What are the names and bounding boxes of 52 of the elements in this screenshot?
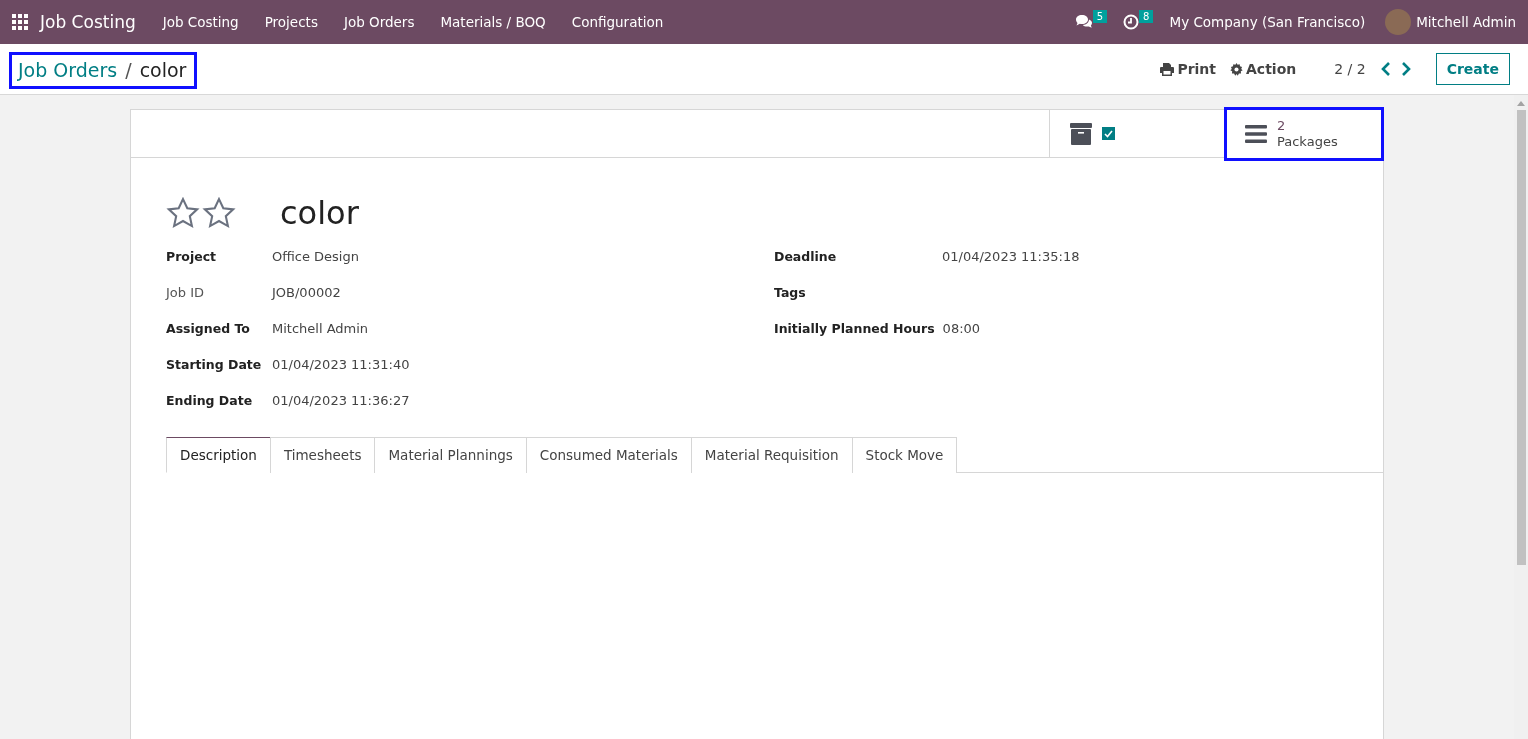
menu-item[interactable]: Job Orders — [343, 14, 415, 30]
field-value: Office Design — [272, 248, 359, 264]
notebook-tab[interactable]: Description — [166, 437, 271, 473]
field-label: Starting Date — [166, 356, 263, 372]
action-button[interactable]: Action — [1230, 61, 1297, 77]
field-value: 08:00 — [942, 320, 981, 336]
field-label: Assigned To — [166, 320, 251, 336]
list-icon — [1245, 125, 1267, 143]
notebook-tab[interactable]: Timesheets — [269, 437, 376, 473]
notebook-tab[interactable]: Consumed Materials — [525, 437, 692, 473]
field-label: Initially Planned Hours — [774, 320, 935, 336]
priority-star-icon[interactable] — [166, 197, 200, 229]
user-menu[interactable]: Mitchell Admin — [1416, 14, 1516, 30]
company-switcher[interactable]: My Company (San Francisco) — [1169, 14, 1366, 30]
field-value: JOB/00002 — [272, 284, 341, 300]
print-button[interactable]: Print — [1160, 61, 1217, 77]
menu-item[interactable]: Job Costing — [162, 14, 239, 30]
printer-icon — [1160, 62, 1175, 76]
menu-item[interactable]: Materials / BOQ — [440, 14, 546, 30]
field-value: 01/04/2023 11:31:40 — [272, 356, 410, 372]
field-label: Job ID — [166, 284, 206, 300]
create-button[interactable]: Create — [1435, 53, 1510, 85]
archive-checkbox[interactable] — [1102, 127, 1115, 140]
breadcrumb-separator: / — [125, 58, 132, 81]
apps-menu-icon[interactable] — [12, 14, 28, 30]
field-value: 01/04/2023 11:35:18 — [942, 248, 1080, 264]
record-title: color — [280, 194, 359, 232]
activity-count-badge: 8 — [1139, 9, 1154, 23]
breadcrumb-current: color — [139, 58, 187, 81]
notebook-tab[interactable]: Material Plannings — [374, 437, 527, 473]
next-chevron-icon[interactable] — [1400, 62, 1411, 76]
notebook-tab[interactable]: Material Requisition — [690, 437, 853, 473]
field-label: Project — [166, 248, 218, 264]
pager-value: 2 / 2 — [1334, 61, 1366, 77]
field-value: Mitchell Admin — [272, 320, 369, 336]
chat-icon[interactable] — [1074, 14, 1093, 30]
previous-chevron-icon[interactable] — [1380, 62, 1391, 76]
menu-item[interactable]: Projects — [264, 14, 318, 30]
archive-box-icon — [1070, 122, 1092, 145]
notebook-tab[interactable]: Stock Move — [851, 437, 958, 473]
field-value: 01/04/2023 11:36:27 — [272, 392, 410, 408]
priority-star-icon[interactable] — [202, 197, 236, 229]
packages-smart-button[interactable]: 2 Packages — [1227, 110, 1381, 158]
field-label: Deadline — [774, 248, 838, 264]
breadcrumb-link[interactable]: Job Orders — [18, 58, 118, 81]
field-label: Ending Date — [166, 392, 254, 408]
message-count-badge: 5 — [1092, 9, 1108, 23]
menu-item[interactable]: Configuration — [571, 14, 664, 30]
app-name[interactable]: Job Costing — [40, 12, 136, 32]
gear-icon — [1230, 62, 1244, 76]
clock-icon[interactable] — [1123, 14, 1140, 30]
field-label: Tags — [774, 284, 807, 300]
